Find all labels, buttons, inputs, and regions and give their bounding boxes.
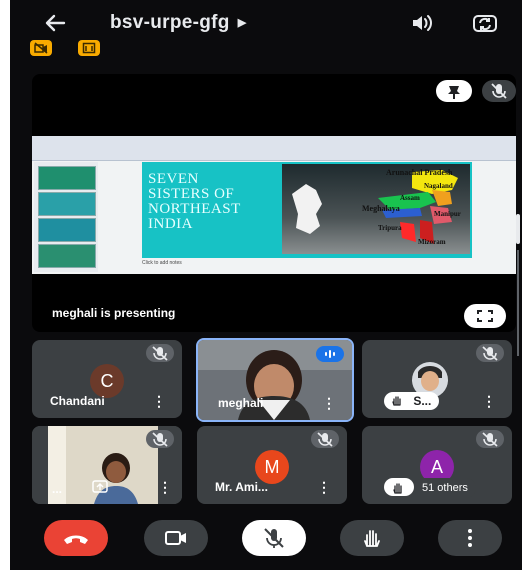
participant-tile[interactable]: S... ⋮ — [362, 340, 512, 418]
mic-off-icon — [264, 528, 284, 548]
raise-hand-icon — [364, 530, 380, 547]
participant-tile[interactable]: ... ⋮ — [32, 426, 182, 504]
slide-title-line: INDIA — [148, 216, 193, 232]
captions-badge-icon — [78, 40, 100, 56]
caret-right-icon: ▶ — [237, 17, 247, 29]
india-outline-shape — [292, 184, 322, 234]
share-screen-icon — [92, 480, 108, 493]
mic-off-icon — [476, 344, 504, 362]
app-ribbon — [32, 136, 516, 161]
fullscreen-icon[interactable] — [464, 304, 506, 328]
top-bar: bsv-urpe-gfg ▶ — [10, 0, 522, 60]
slide-canvas: SEVEN SISTERS OF NORTHEAST INDIA Arunach… — [142, 162, 472, 258]
participant-name: ... — [52, 482, 63, 496]
slide-thumbnail — [38, 244, 96, 268]
map-label: Mizoram — [418, 238, 446, 246]
map-label: Arunachal Pradesh — [386, 168, 453, 177]
meeting-title[interactable]: bsv-urpe-gfg ▶ — [110, 12, 246, 34]
slide-thumbnails — [34, 162, 98, 272]
participant-tile[interactable]: C Chandani ⋮ — [32, 340, 182, 418]
map-label: Meghalaya — [362, 204, 400, 213]
participant-tile-active[interactable]: meghali ⋮ — [196, 338, 354, 422]
more-vertical-icon[interactable]: ⋮ — [322, 396, 336, 410]
phone-hangup-icon — [64, 535, 88, 544]
camera-off-badge-icon — [30, 40, 52, 56]
map-label: Tripura — [378, 224, 402, 232]
map-label: Nagaland — [424, 182, 453, 190]
shared-slide: SEVEN SISTERS OF NORTHEAST INDIA Arunach… — [32, 136, 516, 274]
mic-off-icon — [482, 80, 516, 102]
more-vertical-icon — [468, 529, 472, 547]
slide-title-line: SISTERS OF — [148, 186, 235, 202]
northeast-india-map: Arunachal Pradesh Nagaland Assam Meghala… — [282, 164, 470, 254]
slide-thumbnail — [38, 192, 96, 216]
map-label: Assam — [400, 194, 420, 202]
participant-name: Mr. Ami... — [215, 480, 268, 494]
participant-tile-others[interactable]: A 51 others — [362, 426, 512, 504]
mic-off-icon — [311, 430, 339, 448]
participant-tile[interactable]: M Mr. Ami... ⋮ — [197, 426, 347, 504]
mic-toggle-button[interactable] — [242, 520, 306, 556]
speaker-icon[interactable] — [410, 12, 434, 39]
mic-off-icon — [476, 430, 504, 448]
mic-off-icon — [146, 430, 174, 448]
others-count: 51 others — [422, 482, 468, 494]
slide-thumbnail — [38, 166, 96, 190]
participant-name: meghali — [218, 396, 264, 410]
more-vertical-icon[interactable]: ⋮ — [317, 480, 331, 494]
slide-title: SEVEN SISTERS OF NORTHEAST INDIA — [148, 172, 278, 232]
raise-hand-icon — [384, 478, 414, 496]
scrollbar-track — [517, 250, 519, 356]
tripura-shape — [400, 222, 416, 242]
nagaland-shape — [432, 190, 452, 206]
participant-name: S... — [413, 394, 432, 408]
pin-icon[interactable] — [436, 80, 472, 102]
video-camera-icon — [165, 531, 186, 545]
slide-thumbnail — [38, 218, 96, 242]
others-count-pill[interactable]: 51 others — [414, 478, 476, 498]
presenting-status: meghali is presenting — [52, 306, 176, 320]
raise-hand-icon — [392, 396, 401, 406]
arrow-left-icon[interactable] — [44, 12, 68, 36]
mic-off-icon — [146, 344, 174, 362]
avatar: C — [90, 364, 124, 398]
meeting-code: bsv-urpe-gfg — [110, 12, 230, 33]
call-controls — [10, 514, 522, 564]
meet-screen: bsv-urpe-gfg ▶ SEVEN SISTERS OF NORTHEAS… — [10, 0, 522, 570]
slide-title-line: SEVEN — [148, 171, 199, 187]
raised-hand-pill: S... — [384, 392, 440, 410]
speaking-indicator-icon — [316, 346, 344, 362]
more-vertical-icon[interactable]: ⋮ — [152, 394, 166, 408]
participant-name: Chandani — [50, 394, 105, 408]
slide-notes: Click to add notes — [142, 260, 182, 266]
slide-title-line: NORTHEAST — [148, 201, 241, 217]
more-vertical-icon[interactable]: ⋮ — [482, 394, 496, 408]
more-options-button[interactable] — [438, 520, 502, 556]
avatar: M — [255, 450, 289, 484]
map-label: Manipur — [434, 210, 461, 218]
scrollbar-thumb[interactable] — [516, 214, 520, 244]
switch-camera-icon[interactable] — [472, 12, 498, 39]
raise-hand-button[interactable] — [340, 520, 404, 556]
presentation-stage[interactable]: SEVEN SISTERS OF NORTHEAST INDIA Arunach… — [32, 74, 516, 332]
end-call-button[interactable] — [44, 520, 108, 556]
more-vertical-icon[interactable]: ⋮ — [158, 480, 172, 494]
camera-toggle-button[interactable] — [144, 520, 208, 556]
